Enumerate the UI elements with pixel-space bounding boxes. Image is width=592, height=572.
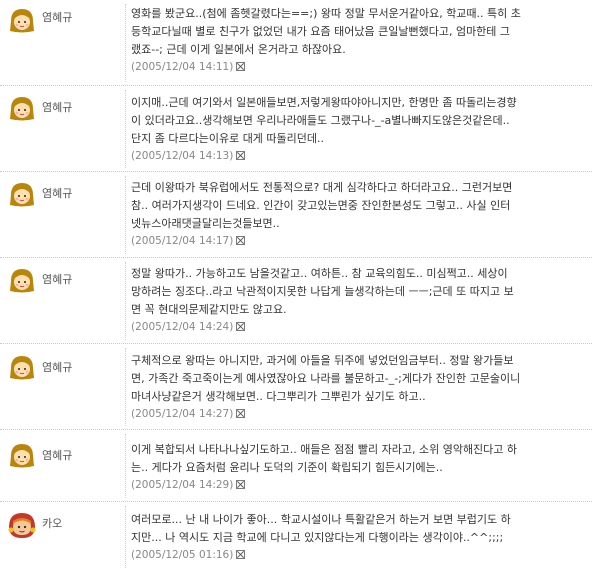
comment-body: 근데 이왕따가 북유럽에서도 전통적으로? 대게 심각하다고 하더라고요.. 그… (131, 179, 589, 249)
comment-text-line: 면, 가족간 죽고죽이는게 예사였잖아요 나라를 불문하고-_-;게다가 잔인한… (131, 372, 521, 385)
comment-body: 영화를 봤군요..(첨에 좀헷갈렸다는==;) 왕따 정말 무서운거같아요, 학… (131, 5, 589, 75)
comment-text-line: 면 꼭 현대의문제같지만도 않고요. (131, 303, 287, 316)
comment-body: 정말 왕따가.. 가능하고도 남을것같고.. 여하튼.. 참 교육의힘도.. 미… (131, 265, 589, 335)
comment-body: 이게 복합되서 나타나나싶기도하고.. 애들은 점점 빨리 자라고, 소위 영악… (131, 441, 589, 493)
divider (125, 262, 126, 340)
delete-icon[interactable] (236, 151, 246, 160)
comment-text-line: 지만... 나 역시도 지금 학교에 다니고 있지않다는게 다행이라는 생각이야… (131, 531, 504, 544)
comment-meta: (2005/12/04 14:17) (131, 233, 589, 249)
comment-author[interactable]: 염혜규 (42, 273, 72, 287)
girl-avatar-icon (10, 444, 34, 468)
divider (125, 176, 126, 254)
comment-text-line: 망하려는 징조다..라고 낙관적이지못한 나답게 늘생각하는데 ㅡㅡ;근데 또 … (131, 285, 514, 298)
comment-text-line: 구체적으로 왕따는 아니지만, 과거에 아들을 뒤주에 넣었던임금부터.. 정말… (131, 354, 514, 367)
girl-avatar-icon (10, 9, 34, 33)
comment-row: 염혜규 근데 이왕따가 북유럽에서도 전통적으로? 대게 심각하다고 하더라고요… (0, 172, 592, 258)
delete-icon[interactable] (236, 62, 246, 71)
comment-body: 이지매..근데 여기와서 일본애들보면,저렇게왕따야아니지만, 한명만 좀 따돌… (131, 94, 589, 164)
comment-row: 염혜규 구체적으로 왕따는 아니지만, 과거에 아들을 뒤주에 넣었던임금부터.… (0, 344, 592, 430)
comment-row: 염혜규 정말 왕따가.. 가능하고도 남을것같고.. 여하튼.. 참 교육의힘도… (0, 258, 592, 344)
divider (125, 348, 126, 426)
comment-text-line: 근데 이왕따가 북유럽에서도 전통적으로? 대게 심각하다고 하더라고요.. 그… (131, 181, 513, 194)
girl-avatar-icon (10, 356, 34, 380)
comment-date: (2005/12/04 14:13) (131, 150, 234, 162)
comment-text-line: 넷뉴스아래댓글달리는것들보면.. (131, 217, 280, 230)
comment-text-line: 는.. 게다가 요즘처럼 윤리나 도덕의 기준이 확립되기 힘든시기에는.. (131, 461, 443, 474)
comment-text-line: 정말 왕따가.. 가능하고도 남을것같고.. 여하튼.. 참 교육의힘도.. 미… (131, 267, 508, 280)
comment-text-line: 이게 복합되서 나타나나싶기도하고.. 애들은 점점 빨리 자라고, 소위 영악… (131, 443, 518, 456)
comment-text-line: 이지매..근데 여기와서 일본애들보면,저렇게왕따야아니지만, 한명만 좀 따돌… (131, 96, 517, 109)
comment-date: (2005/12/05 01:16) (131, 549, 234, 561)
delete-icon[interactable] (236, 236, 246, 245)
divider (125, 434, 126, 498)
comment-author[interactable]: 염혜규 (42, 187, 72, 201)
comment-author[interactable]: 카오 (42, 517, 62, 531)
comment-author[interactable]: 염혜규 (42, 449, 72, 463)
comment-meta: (2005/12/04 14:29) (131, 477, 589, 493)
comment-text-line: 등학교다닐때 별로 친구가 없었던 내가 요즘 태어났음 큰일날뻔했다고, 엄마… (131, 25, 511, 38)
comment-text-line: 이 있더라고요..생각해보면 우리나라애들도 그랬구나-_-a별나빠지도않은것같… (131, 114, 510, 127)
comment-body: 여러모로... 난 내 나이가 좋아... 학교시설이나 특활같은거 하는거 보… (131, 511, 589, 563)
comment-text-line: 참.. 여러가지생각이 드네요. 인간이 갖고있는면중 잔인한본성도 그렇고..… (131, 199, 511, 212)
delete-icon[interactable] (236, 550, 246, 559)
comment-body: 구체적으로 왕따는 아니지만, 과거에 아들을 뒤주에 넣었던임금부터.. 정말… (131, 352, 589, 422)
comment-meta: (2005/12/04 14:24) (131, 319, 589, 335)
divider (125, 506, 126, 568)
comment-date: (2005/12/04 14:17) (131, 235, 234, 247)
girl-avatar-icon (10, 183, 34, 207)
comment-date: (2005/12/04 14:27) (131, 408, 234, 420)
red-hood-avatar-icon (8, 513, 36, 538)
comment-text-line: 랬죠--; 근데 이게 일본에서 온거라고 하잖아요. (131, 43, 346, 56)
delete-icon[interactable] (236, 322, 246, 331)
comment-text-line: 단지 좀 다르다는이유로 대게 따돌리던데.. (131, 132, 325, 145)
comment-meta: (2005/12/04 14:11) (131, 59, 589, 75)
comment-date: (2005/12/04 14:11) (131, 61, 234, 73)
girl-avatar-icon (10, 269, 34, 293)
girl-avatar-icon (10, 97, 34, 121)
comment-meta: (2005/12/04 14:13) (131, 148, 589, 164)
comment-author[interactable]: 염혜규 (42, 101, 72, 115)
comment-date: (2005/12/04 14:24) (131, 321, 234, 333)
comment-text-line: 마녀사냥같은거 생각해보면.. 다그뿌리가 그뿌린가 싶기도 하고.. (131, 390, 426, 403)
comment-row: 염혜규 이게 복합되서 나타나나싶기도하고.. 애들은 점점 빨리 자라고, 소… (0, 430, 592, 502)
comment-row: 염혜규 영화를 봤군요..(첨에 좀헷갈렸다는==;) 왕따 정말 무서운거같아… (0, 0, 592, 86)
divider (125, 90, 126, 168)
comment-author[interactable]: 염혜규 (42, 361, 72, 375)
comment-list: 염혜규 영화를 봤군요..(첨에 좀헷갈렸다는==;) 왕따 정말 무서운거같아… (0, 0, 592, 572)
comment-author[interactable]: 염혜규 (42, 11, 72, 25)
comment-row: 카오 여러모로... 난 내 나이가 좋아... 학교시설이나 특활같은거 하는… (0, 502, 592, 572)
comment-row: 염혜규 이지매..근데 여기와서 일본애들보면,저렇게왕따야아니지만, 한명만 … (0, 86, 592, 172)
comment-text-line: 영화를 봤군요..(첨에 좀헷갈렸다는==;) 왕따 정말 무서운거같아요, 학… (131, 7, 521, 20)
comment-text-line: 여러모로... 난 내 나이가 좋아... 학교시설이나 특활같은거 하는거 보… (131, 513, 511, 526)
delete-icon[interactable] (236, 480, 246, 489)
divider (125, 4, 126, 82)
comment-meta: (2005/12/05 01:16) (131, 547, 589, 563)
comment-date: (2005/12/04 14:29) (131, 479, 234, 491)
comment-meta: (2005/12/04 14:27) (131, 406, 589, 422)
delete-icon[interactable] (236, 409, 246, 418)
